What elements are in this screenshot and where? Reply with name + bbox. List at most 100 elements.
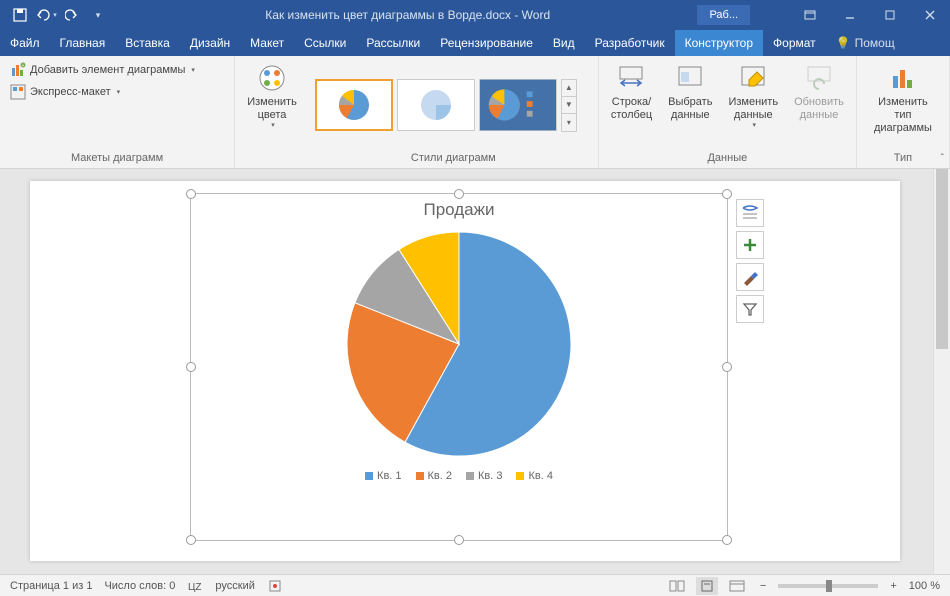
scrollbar-thumb[interactable] [936,169,948,349]
tab-insert[interactable]: Вставка [115,30,180,56]
resize-handle[interactable] [186,189,196,199]
language-indicator[interactable]: русский [215,580,254,592]
zoom-slider-thumb[interactable] [826,580,832,592]
legend-item[interactable]: Кв. 4 [516,470,552,482]
tab-design[interactable]: Дизайн [180,30,240,56]
tab-view[interactable]: Вид [543,30,585,56]
svg-text:+: + [22,63,25,69]
tell-me-label: Помощ [855,36,895,50]
group-type: Изменить тип диаграммы Тип [857,56,950,168]
print-layout-button[interactable] [696,577,718,595]
group-data: Строка/ столбец Выбрать данные Изменить … [599,56,857,168]
legend-label: Кв. 3 [478,470,502,482]
spellcheck-icon[interactable]: ЦΖ [187,578,203,594]
change-chart-type-button[interactable]: Изменить тип диаграммы [863,60,943,138]
resize-handle[interactable] [186,535,196,545]
tab-format[interactable]: Формат [763,30,826,56]
resize-handle[interactable] [722,189,732,199]
add-element-icon: + [10,62,26,78]
refresh-icon [803,62,835,94]
titlebar: ▾ ▾ Как изменить цвет диаграммы в Ворде.… [0,0,950,30]
gallery-more[interactable]: ▾ [562,114,576,131]
tab-developer[interactable]: Разработчик [585,30,675,56]
legend-item[interactable]: Кв. 3 [466,470,502,482]
group-label-data: Данные [605,150,850,166]
legend-label: Кв. 2 [428,470,452,482]
resize-handle[interactable] [186,362,196,372]
change-colors-label: Изменить цвета [247,96,297,122]
refresh-label: Обновить данные [794,96,844,122]
read-mode-button[interactable] [666,577,688,595]
zoom-in-button[interactable]: + [886,580,900,592]
tell-me[interactable]: 💡 Помощ [826,30,905,56]
tab-home[interactable]: Главная [50,30,116,56]
group-colors: Изменить цвета ▾ [235,56,309,168]
resize-handle[interactable] [454,189,464,199]
legend-item[interactable]: Кв. 1 [365,470,401,482]
qat-customize[interactable]: ▾ [86,3,110,27]
switch-icon [615,62,647,94]
close-button[interactable] [910,0,950,30]
group-label-layouts: Макеты диаграмм [6,150,228,166]
tab-mailings[interactable]: Рассылки [356,30,430,56]
chevron-down-icon: ▾ [117,88,121,96]
collapse-ribbon-button[interactable]: ˆ [941,153,944,164]
resize-handle[interactable] [454,535,464,545]
ribbon: + Добавить элемент диаграммы ▾ Экспресс-… [0,56,950,169]
chart-legend[interactable]: Кв. 1 Кв. 2 Кв. 3 Кв. 4 [191,464,727,488]
chart-context-buttons [736,199,764,323]
chevron-down-icon: ▾ [191,66,195,74]
add-chart-element-label: Добавить элемент диаграммы [30,64,185,76]
chart-filters-button[interactable] [736,295,764,323]
tab-file[interactable]: Файл [0,30,50,56]
style-thumb-3[interactable] [479,79,557,131]
zoom-level[interactable]: 100 % [909,580,940,592]
resize-handle[interactable] [722,535,732,545]
tab-review[interactable]: Рецензирование [430,30,543,56]
chart-elements-button[interactable] [736,231,764,259]
page-indicator[interactable]: Страница 1 из 1 [10,580,92,592]
vertical-scrollbar[interactable] [933,169,950,574]
tab-references[interactable]: Ссылки [294,30,356,56]
legend-label: Кв. 1 [377,470,401,482]
document-page[interactable]: Продажи Кв. 1Кв. 2Кв. 3Кв. 4 [30,181,900,561]
maximize-button[interactable] [870,0,910,30]
context-tab-label: Раб... [697,5,750,25]
add-chart-element-button[interactable]: + Добавить элемент диаграммы ▾ [6,60,199,80]
word-count[interactable]: Число слов: 0 [104,580,175,592]
redo-button[interactable] [60,3,84,27]
gallery-up[interactable]: ▲ [562,80,576,97]
style-thumb-2[interactable] [397,79,475,131]
tab-layout[interactable]: Макет [240,30,294,56]
chart-object[interactable]: Продажи Кв. 1Кв. 2Кв. 3Кв. 4 [190,193,728,541]
pie-chart[interactable] [191,224,727,464]
zoom-out-button[interactable]: − [756,580,770,592]
svg-text:ЦΖ: ЦΖ [188,582,202,593]
refresh-data-button[interactable]: Обновить данные [788,60,850,124]
minimize-button[interactable] [830,0,870,30]
switch-row-column-button[interactable]: Строка/ столбец [605,60,658,124]
select-data-label: Выбрать данные [668,96,712,122]
macro-icon[interactable] [267,578,283,594]
legend-label: Кв. 4 [528,470,552,482]
zoom-slider[interactable] [778,584,878,588]
legend-item[interactable]: Кв. 2 [416,470,452,482]
tab-chart-design[interactable]: Конструктор [675,30,763,56]
group-chart-layouts: + Добавить элемент диаграммы ▾ Экспресс-… [0,56,235,168]
resize-handle[interactable] [722,362,732,372]
undo-button[interactable]: ▾ [34,3,58,27]
quick-layout-button[interactable]: Экспресс-макет ▾ [6,82,124,102]
save-button[interactable] [8,3,32,27]
gallery-down[interactable]: ▼ [562,97,576,114]
select-data-icon [674,62,706,94]
palette-icon [256,62,288,94]
style-thumb-1[interactable] [315,79,393,131]
layout-options-button[interactable] [736,199,764,227]
change-colors-button[interactable]: Изменить цвета ▾ [241,60,303,133]
edit-data-button[interactable]: Изменить данные ▾ [722,60,784,133]
quick-access-toolbar: ▾ ▾ [0,3,118,27]
chart-styles-button[interactable] [736,263,764,291]
select-data-button[interactable]: Выбрать данные [662,60,718,124]
web-layout-button[interactable] [726,577,748,595]
ribbon-display-options[interactable] [790,0,830,30]
